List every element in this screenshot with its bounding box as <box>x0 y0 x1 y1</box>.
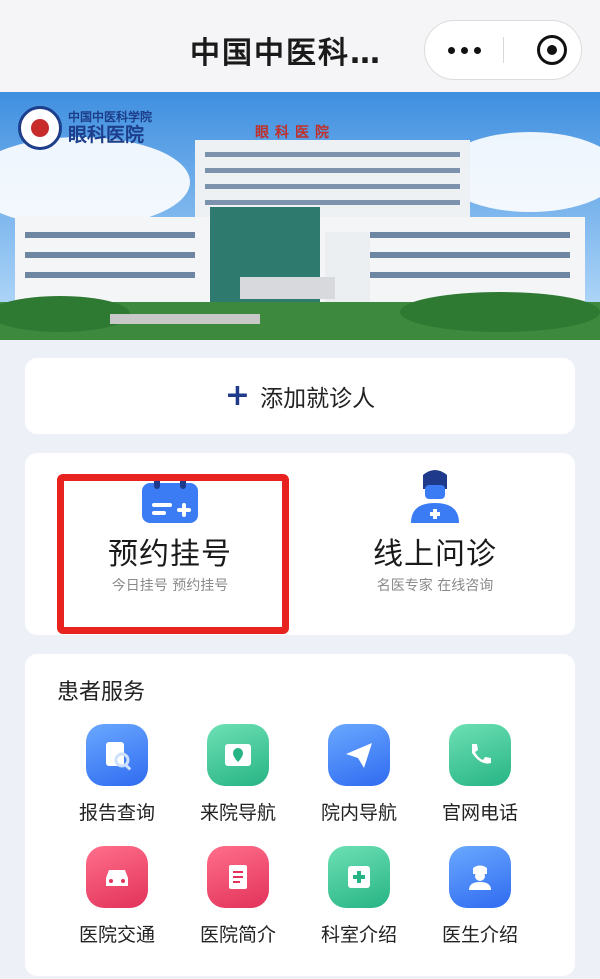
page-title: 中国中医科… <box>190 36 382 71</box>
service-label: 医生介绍 <box>441 924 518 946</box>
add-patient-label: 添加就诊人 <box>260 386 376 412</box>
hospital-seal-icon <box>18 106 62 150</box>
online-consult-subtitle: 名医专家 在线咨询 <box>376 578 494 594</box>
report-search-icon <box>86 724 148 786</box>
document-icon <box>207 846 269 908</box>
highlight-box <box>57 474 289 634</box>
service-label: 科室介绍 <box>320 924 397 946</box>
service-hospital-navigation[interactable]: 来院导航 <box>178 724 298 825</box>
online-consult-title: 线上问诊 <box>373 537 497 572</box>
more-options-button[interactable] <box>425 21 503 79</box>
close-miniprogram-button[interactable] <box>537 35 567 65</box>
plus-icon: + <box>224 378 251 413</box>
service-label: 医院交通 <box>78 924 155 946</box>
service-label: 院内导航 <box>320 802 397 824</box>
logo-line2: 眼科医院 <box>68 124 145 146</box>
service-hospital-traffic[interactable]: 医院交通 <box>57 846 177 947</box>
service-label: 报告查询 <box>78 802 155 824</box>
clinic-icon <box>328 846 390 908</box>
service-label: 医院简介 <box>199 924 276 946</box>
service-indoor-navigation[interactable]: 院内导航 <box>299 724 419 825</box>
service-label: 官网电话 <box>441 802 518 824</box>
doctor-icon <box>411 470 459 523</box>
nurse-icon <box>449 846 511 908</box>
service-label: 来院导航 <box>199 802 276 824</box>
hospital-logo: 中国中医科学院 眼科医院 <box>18 106 152 150</box>
menu-capsule <box>424 20 582 80</box>
online-consult-button[interactable]: 线上问诊 名医专家 在线咨询 <box>325 470 545 595</box>
hospital-banner: 中国中医科学院 眼科医院 眼科医院 <box>0 92 600 340</box>
logo-line1: 中国中医科学院 <box>68 110 153 124</box>
service-hospital-intro[interactable]: 医院简介 <box>178 846 298 947</box>
capsule-divider <box>503 37 504 63</box>
service-report-query[interactable]: 报告查询 <box>57 724 177 825</box>
paper-plane-icon <box>328 724 390 786</box>
add-patient-button[interactable]: + 添加就诊人 <box>25 358 575 434</box>
phone-icon <box>449 724 511 786</box>
service-department-intro[interactable]: 科室介绍 <box>299 846 419 947</box>
service-doctor-intro[interactable]: 医生介绍 <box>420 846 540 947</box>
services-title: 患者服务 <box>57 680 146 705</box>
service-official-phone[interactable]: 官网电话 <box>420 724 540 825</box>
mini-program-navbar: 中国中医科… <box>0 0 600 92</box>
patient-services-card: 患者服务 报告查询 来院导航 院内导航 官网电话 医院交通 医院简介 科室介绍 … <box>25 654 575 976</box>
roof-sign: 眼科医院 <box>255 125 335 141</box>
car-icon <box>86 846 148 908</box>
map-icon <box>207 724 269 786</box>
